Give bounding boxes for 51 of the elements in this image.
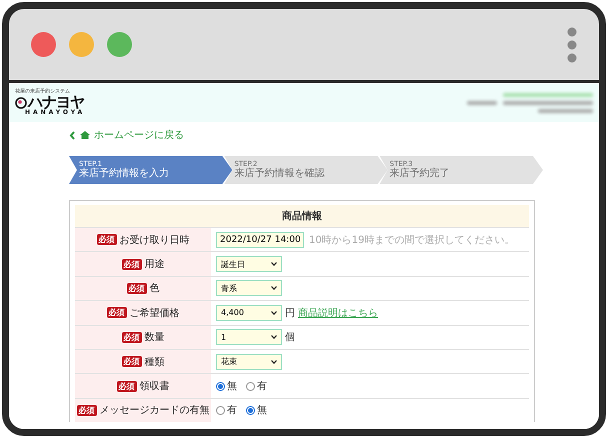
radio-button[interactable] bbox=[246, 406, 255, 415]
field-label: 色 bbox=[150, 282, 160, 296]
radio-label: 無 bbox=[227, 380, 237, 394]
house-icon bbox=[79, 130, 91, 140]
required-badge: 必須 bbox=[126, 282, 146, 294]
field-label: 用途 bbox=[144, 258, 164, 272]
unit-text: 個 bbox=[285, 331, 295, 344]
required-badge: 必須 bbox=[122, 332, 142, 343]
required-badge: 必須 bbox=[106, 307, 126, 318]
field-label: お受け取り日時 bbox=[120, 234, 190, 247]
radio-label: 無 bbox=[257, 404, 267, 418]
step-label: 来店予約情報を確認 bbox=[234, 168, 326, 180]
field-label: 種類 bbox=[144, 356, 164, 369]
caret-icon bbox=[271, 360, 277, 364]
field-label: ご希望価格 bbox=[130, 306, 180, 320]
dropdown[interactable]: 花束 bbox=[216, 354, 282, 370]
menu-icon[interactable] bbox=[567, 26, 577, 62]
required-badge: 必須 bbox=[96, 234, 116, 246]
required-badge: 必須 bbox=[122, 258, 142, 270]
radio-label: 有 bbox=[257, 380, 267, 394]
radio-button[interactable] bbox=[216, 406, 225, 415]
step-label: 来店予約情報を入力 bbox=[79, 168, 170, 180]
caret-icon bbox=[271, 310, 277, 315]
caret-icon bbox=[271, 286, 277, 290]
dropdown[interactable]: 誕生日 bbox=[216, 256, 282, 272]
dropdown[interactable]: 青系 bbox=[216, 280, 282, 296]
minimize-dot-icon[interactable] bbox=[69, 32, 94, 57]
caret-icon bbox=[271, 262, 277, 266]
radio-label: 有 bbox=[227, 404, 237, 418]
close-dot-icon[interactable] bbox=[31, 32, 56, 57]
chevron-left-icon bbox=[69, 130, 76, 140]
radio-button[interactable] bbox=[216, 382, 225, 391]
section-title: 商品情報 bbox=[75, 205, 529, 227]
radio-button[interactable] bbox=[246, 382, 255, 391]
maximize-dot-icon[interactable] bbox=[107, 32, 132, 57]
back-to-home-link[interactable]: ホームページに戻る bbox=[94, 128, 184, 142]
dropdown[interactable]: 1 bbox=[216, 329, 282, 346]
flower-clock-icon bbox=[15, 96, 27, 108]
datetime-field[interactable]: 2022/10/27 14:00 bbox=[216, 232, 304, 248]
caret-icon bbox=[271, 335, 277, 340]
required-badge: 必須 bbox=[116, 380, 136, 392]
step-label: 来店予約完了 bbox=[390, 168, 451, 180]
required-badge: 必須 bbox=[122, 356, 142, 368]
field-label: 数量 bbox=[144, 331, 164, 344]
hint-text: 10時から19時までの間で選択してください。 bbox=[309, 234, 514, 247]
unit-text: 円 bbox=[285, 306, 295, 320]
dropdown[interactable]: 4,400 bbox=[216, 304, 282, 321]
field-label: 領収書 bbox=[140, 380, 170, 394]
field-label: メッセージカードの有無 bbox=[100, 404, 210, 418]
required-badge: 必須 bbox=[76, 404, 96, 416]
logo-text: ハナヨヤ bbox=[28, 95, 84, 110]
